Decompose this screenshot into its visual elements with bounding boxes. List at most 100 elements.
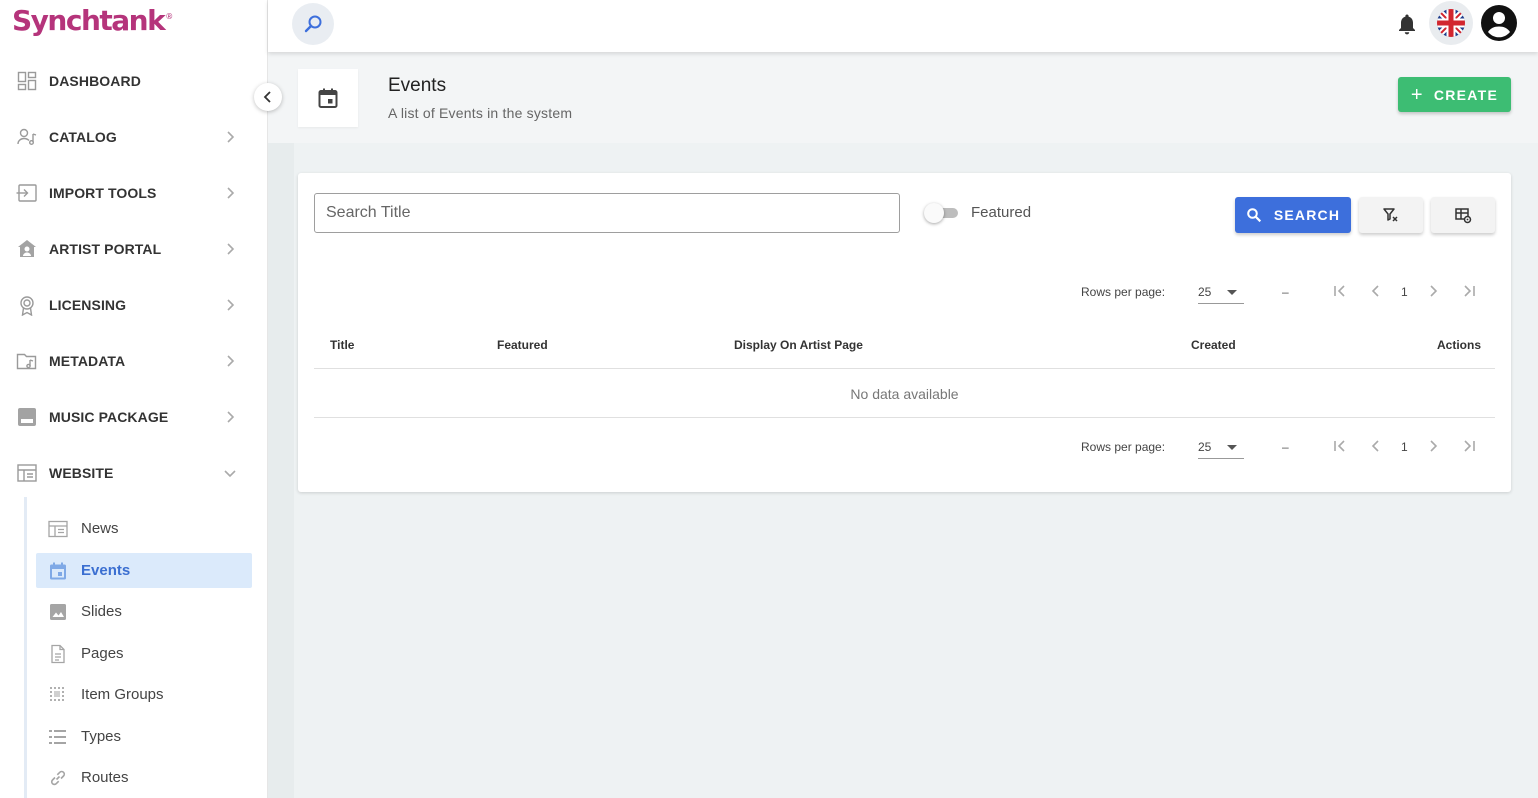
- prev-page-button[interactable]: [1367, 437, 1385, 455]
- sidebar-subitem-slides[interactable]: Slides: [36, 594, 252, 629]
- plus-icon: +: [1410, 83, 1424, 106]
- synchtank-logo[interactable]: Synchtank®: [12, 4, 173, 37]
- import-icon: [16, 182, 38, 204]
- column-header-featured[interactable]: Featured: [497, 338, 548, 352]
- sidebar-subitem-label: Slides: [81, 603, 122, 620]
- chevron-left-icon: [1371, 285, 1379, 297]
- chevron-right-icon: [227, 131, 235, 143]
- music-package-icon: [16, 406, 38, 428]
- page-range: –: [1282, 285, 1289, 299]
- sidebar-item-website[interactable]: WEBSITE: [0, 445, 268, 501]
- prev-page-button[interactable]: [1367, 282, 1385, 300]
- sidebar-subitem-label: Events: [81, 562, 131, 579]
- sidebar-item-artist-portal[interactable]: ARTIST PORTAL: [0, 221, 268, 277]
- column-header-actions: Actions: [1437, 338, 1482, 352]
- current-page: 1: [1401, 440, 1408, 454]
- search-title-input[interactable]: [314, 193, 900, 233]
- sidebar-subitem-routes[interactable]: Routes: [36, 760, 252, 795]
- last-page-button[interactable]: [1460, 282, 1478, 300]
- collapse-sidebar-button[interactable]: [254, 83, 282, 111]
- pagination-top: Rows per page: 25 – 1: [298, 280, 1511, 304]
- chevron-right-icon: [1430, 440, 1438, 452]
- sidebar-subitem-types[interactable]: Types: [36, 719, 252, 754]
- sidebar-subitem-news[interactable]: News: [36, 511, 252, 546]
- item-groups-icon: [48, 685, 68, 705]
- news-icon: [48, 519, 68, 539]
- first-page-icon: [1334, 285, 1345, 297]
- search-button-label: SEARCH: [1273, 207, 1341, 223]
- sidebar-subitem-item-groups[interactable]: Item Groups: [36, 677, 252, 712]
- notifications-bell-icon[interactable]: [1394, 11, 1420, 37]
- sidebar-item-import-tools[interactable]: IMPORT TOOLS: [0, 165, 268, 221]
- table-header-divider: [314, 368, 1495, 369]
- page-header: Events A list of Events in the system + …: [268, 52, 1538, 143]
- sidebar-subitem-label: Routes: [81, 769, 129, 786]
- rows-per-page-select[interactable]: 25: [1198, 280, 1244, 304]
- chevron-right-icon: [1430, 285, 1438, 297]
- sidebar-item-licensing[interactable]: LICENSING: [0, 277, 268, 333]
- create-button[interactable]: + CREATE: [1398, 77, 1511, 112]
- sidebar-item-label: IMPORT TOOLS: [49, 185, 157, 201]
- licensing-icon: [16, 294, 38, 316]
- sidebar-item-dashboard[interactable]: DASHBOARD: [0, 53, 268, 109]
- create-button-label: CREATE: [1433, 86, 1499, 103]
- column-header-title[interactable]: Title: [330, 338, 354, 352]
- next-page-button[interactable]: [1424, 282, 1442, 300]
- sidebar: Synchtank® DASHBOARD CATALOG IMPORT TOOL…: [0, 0, 268, 798]
- table-footer-divider: [314, 417, 1495, 418]
- search-icon: [1247, 208, 1261, 223]
- sidebar-item-label: LICENSING: [49, 297, 127, 313]
- rows-per-page-value: 25: [1198, 440, 1212, 454]
- current-page: 1: [1401, 285, 1408, 299]
- first-page-button[interactable]: [1331, 437, 1349, 455]
- sidebar-subitem-label: Item Groups: [81, 686, 164, 703]
- top-bar: [268, 0, 1538, 52]
- column-header-display-on-artist-page[interactable]: Display On Artist Page: [734, 338, 863, 352]
- sidebar-subitem-pages[interactable]: Pages: [36, 636, 252, 671]
- list-icon: [48, 727, 68, 747]
- sidebar-item-label: ARTIST PORTAL: [49, 241, 162, 257]
- clear-filters-button[interactable]: [1359, 197, 1423, 233]
- table-settings-icon: [1455, 208, 1472, 224]
- chevron-right-icon: [227, 243, 235, 255]
- first-page-button[interactable]: [1331, 282, 1349, 300]
- column-header-created[interactable]: Created: [1191, 338, 1236, 352]
- featured-toggle-label: Featured: [971, 204, 1032, 221]
- sidebar-item-metadata[interactable]: METADATA: [0, 333, 268, 389]
- sidebar-subitem-events[interactable]: Events: [36, 553, 252, 588]
- sidebar-subitem-label: Types: [81, 728, 122, 745]
- column-settings-button[interactable]: [1431, 197, 1495, 233]
- uk-flag-icon: [1437, 9, 1465, 37]
- account-icon[interactable]: [1480, 4, 1518, 42]
- link-icon: [48, 768, 68, 788]
- pagination-bottom: Rows per page: 25 – 1: [298, 435, 1511, 459]
- next-page-button[interactable]: [1424, 437, 1442, 455]
- global-search-button[interactable]: [292, 3, 334, 45]
- dropdown-caret-icon: [1227, 445, 1237, 450]
- dropdown-caret-icon: [1227, 290, 1237, 295]
- sidebar-item-label: WEBSITE: [49, 465, 114, 481]
- sidebar-item-catalog[interactable]: CATALOG: [0, 109, 268, 165]
- featured-toggle[interactable]: [924, 203, 958, 223]
- search-button[interactable]: SEARCH: [1235, 197, 1351, 233]
- artist-portal-icon: [16, 238, 38, 260]
- chevron-left-icon: [1371, 440, 1379, 452]
- page-icon: [48, 644, 68, 664]
- sidebar-subitem-label: News: [81, 520, 119, 537]
- sidebar-subitem-label: Pages: [81, 645, 124, 662]
- empty-state-text: No data available: [850, 386, 959, 402]
- chevron-down-icon: [224, 470, 236, 478]
- image-icon: [48, 602, 68, 622]
- language-selector-button[interactable]: [1429, 1, 1473, 45]
- sidebar-item-music-package[interactable]: MUSIC PACKAGE: [0, 389, 268, 445]
- chevron-right-icon: [227, 187, 235, 199]
- catalog-icon: [16, 126, 38, 148]
- rows-per-page-select[interactable]: 25: [1198, 435, 1244, 459]
- rows-per-page-label: Rows per page:: [1081, 440, 1166, 454]
- sidebar-item-label: DASHBOARD: [49, 73, 141, 89]
- page-subtitle: A list of Events in the system: [388, 105, 573, 121]
- last-page-button[interactable]: [1460, 437, 1478, 455]
- submenu-rail: [24, 497, 27, 798]
- page-icon-box: [298, 69, 358, 127]
- first-page-icon: [1334, 440, 1345, 452]
